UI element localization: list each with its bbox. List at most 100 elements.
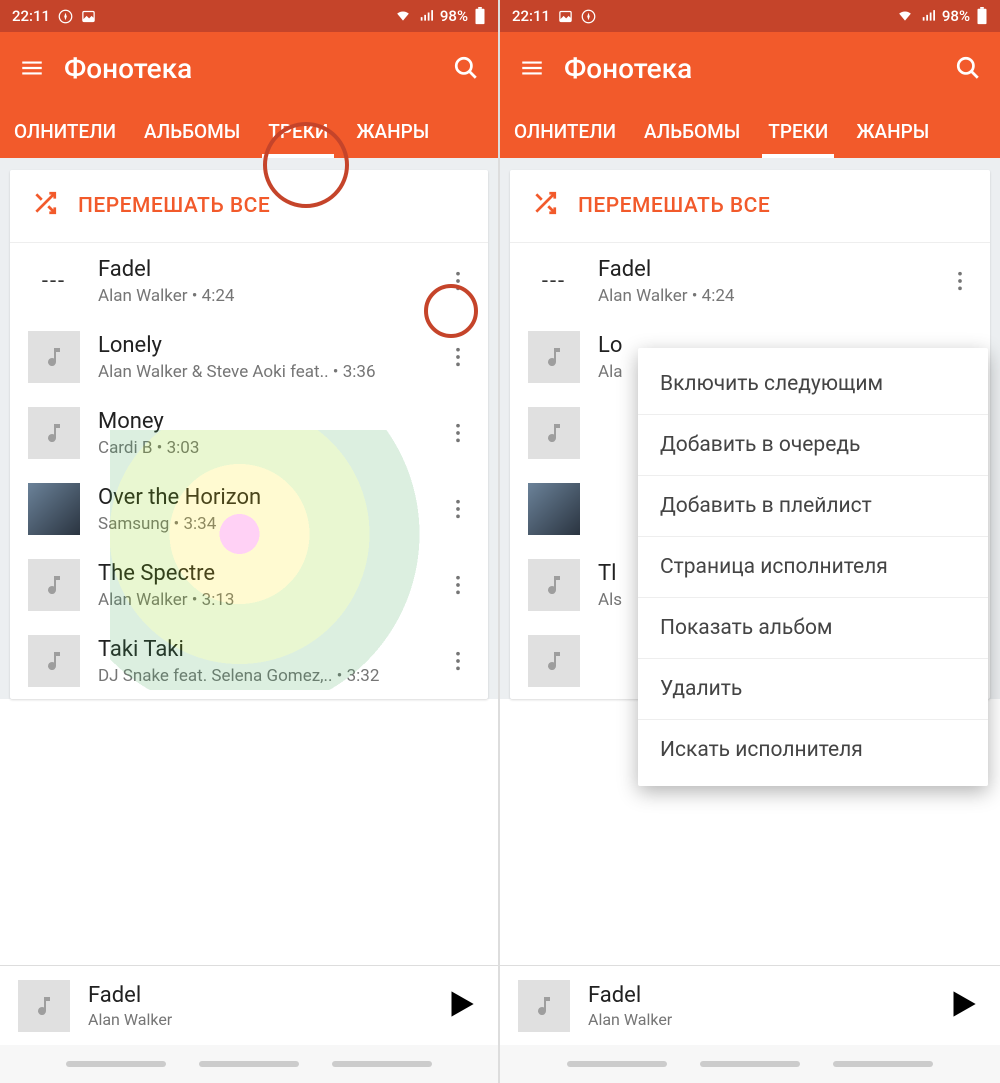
more-vert-icon[interactable]: [438, 413, 478, 453]
tab-genres[interactable]: ЖАНРЫ: [842, 104, 943, 158]
shuffle-label: ПЕРЕМЕШАТЬ ВСЕ: [578, 194, 770, 218]
more-vert-icon[interactable]: [438, 337, 478, 377]
menu-item-add-playlist[interactable]: Добавить в плейлист: [638, 476, 988, 537]
track-title: Taki Taki: [98, 637, 420, 662]
album-art-placeholder: ---: [528, 255, 580, 307]
album-art-placeholder: [528, 559, 580, 611]
tab-bar: ОЛНИТЕЛИ АЛЬБОМЫ ТРЕКИ ЖАНРЫ: [500, 104, 1000, 158]
status-bar: 22:11 98%: [0, 0, 498, 32]
battery-icon: [474, 7, 486, 25]
shuffle-all-button[interactable]: ПЕРЕМЕШАТЬ ВСЕ: [10, 170, 488, 243]
track-subtitle: Cardi B • 3:03: [98, 438, 420, 458]
play-icon[interactable]: [944, 985, 982, 1027]
status-battery-text: 98%: [942, 7, 970, 25]
search-icon[interactable]: [452, 54, 480, 82]
track-title: Lonely: [98, 333, 420, 358]
menu-item-search-artist[interactable]: Искать исполнителя: [638, 720, 988, 780]
wifi-icon: [896, 9, 914, 23]
menu-item-artist-page[interactable]: Страница исполнителя: [638, 537, 988, 598]
shuffle-icon: [32, 190, 58, 222]
tab-albums[interactable]: АЛЬБОМЫ: [630, 104, 754, 158]
tab-albums[interactable]: АЛЬБОМЫ: [130, 104, 254, 158]
hamburger-icon[interactable]: [518, 54, 546, 82]
wifi-icon: [394, 9, 412, 23]
nav-home[interactable]: [199, 1061, 299, 1067]
track-subtitle: Samsung • 3:34: [98, 514, 420, 534]
compass-icon: [581, 9, 596, 24]
signal-icon: [920, 9, 936, 23]
shuffle-all-button[interactable]: ПЕРЕМЕШАТЬ ВСЕ: [510, 170, 990, 243]
now-playing-bar[interactable]: Fadel Alan Walker: [500, 965, 1000, 1045]
tab-genres[interactable]: ЖАНРЫ: [342, 104, 443, 158]
track-row[interactable]: Over the Horizon Samsung • 3:34: [10, 471, 488, 547]
tab-tracks[interactable]: ТРЕКИ: [254, 104, 342, 158]
track-row[interactable]: The Spectre Alan Walker • 3:13: [10, 547, 488, 623]
album-art-placeholder: [28, 559, 80, 611]
app-bar: Фонотека ОЛНИТЕЛИ АЛЬБОМЫ ТРЕКИ ЖАНРЫ: [500, 32, 1000, 158]
phone-screen-left: 22:11 98% Фонотека ОЛНИТЕЛИ АЛЬБОМЫ ТРЕК…: [0, 0, 500, 1083]
tab-artists[interactable]: ОЛНИТЕЛИ: [0, 104, 130, 158]
nav-recent[interactable]: [66, 1061, 166, 1067]
album-art-placeholder: [28, 331, 80, 383]
track-subtitle: Alan Walker • 4:24: [98, 286, 420, 306]
app-bar: Фонотека ОЛНИТЕЛИ АЛЬБОМЫ ТРЕКИ ЖАНРЫ: [0, 32, 498, 158]
status-battery-text: 98%: [440, 7, 468, 25]
track-subtitle: Alan Walker • 3:13: [98, 590, 420, 610]
menu-item-show-album[interactable]: Показать альбом: [638, 598, 988, 659]
tab-bar: ОЛНИТЕЛИ АЛЬБОМЫ ТРЕКИ ЖАНРЫ: [0, 104, 498, 158]
track-row[interactable]: Lonely Alan Walker & Steve Aoki feat.. •…: [10, 319, 488, 395]
track-subtitle: Alan Walker & Steve Aoki feat.. • 3:36: [98, 362, 420, 382]
status-bar: 22:11 98%: [500, 0, 1000, 32]
nav-back[interactable]: [833, 1061, 933, 1067]
track-row[interactable]: Money Cardi B • 3:03: [10, 395, 488, 471]
track-title: Over the Horizon: [98, 485, 420, 510]
now-playing-bar[interactable]: Fadel Alan Walker: [0, 965, 498, 1045]
track-title: The Spectre: [98, 561, 420, 586]
play-icon[interactable]: [442, 985, 480, 1027]
more-vert-icon[interactable]: [438, 565, 478, 605]
search-icon[interactable]: [954, 54, 982, 82]
album-art-placeholder: [528, 407, 580, 459]
more-vert-icon[interactable]: [438, 261, 478, 301]
nav-back[interactable]: [332, 1061, 432, 1067]
page-title: Фонотека: [564, 52, 936, 85]
track-title: Fadel: [98, 257, 420, 282]
phone-screen-right: 22:11 98% Фонотека ОЛНИТЕЛИ АЛЬБОМЫ ТРЕК…: [500, 0, 1000, 1083]
battery-icon: [976, 7, 988, 25]
nav-recent[interactable]: [567, 1061, 667, 1067]
now-playing-art: [518, 980, 570, 1032]
track-subtitle: DJ Snake feat. Selena Gomez,.. • 3:32: [98, 666, 420, 686]
more-vert-icon[interactable]: [438, 641, 478, 681]
album-art-placeholder: [528, 635, 580, 687]
menu-item-delete[interactable]: Удалить: [638, 659, 988, 720]
track-row[interactable]: Taki Taki DJ Snake feat. Selena Gomez,..…: [10, 623, 488, 699]
album-art: [528, 483, 580, 535]
more-vert-icon[interactable]: [940, 261, 980, 301]
album-art-placeholder: [528, 331, 580, 383]
track-subtitle-truncated: Ala: [598, 362, 638, 382]
nav-home[interactable]: [700, 1061, 800, 1067]
album-art-placeholder: [28, 407, 80, 459]
image-icon: [81, 9, 96, 24]
more-vert-icon[interactable]: [438, 489, 478, 529]
track-subtitle-truncated: Als: [598, 590, 638, 610]
android-nav-bar: [500, 1045, 1000, 1083]
shuffle-icon: [532, 190, 558, 222]
track-title: Fadel: [598, 257, 922, 282]
tab-tracks[interactable]: ТРЕКИ: [754, 104, 842, 158]
tab-artists[interactable]: ОЛНИТЕЛИ: [500, 104, 630, 158]
album-art-placeholder: ---: [28, 255, 80, 307]
shuffle-label: ПЕРЕМЕШАТЬ ВСЕ: [78, 194, 270, 218]
menu-item-play-next[interactable]: Включить следующим: [638, 354, 988, 415]
now-playing-title: Fadel: [88, 983, 424, 1008]
content-area: ПЕРЕМЕШАТЬ ВСЕ --- Fadel Alan Walker • 4…: [0, 158, 498, 699]
signal-icon: [418, 9, 434, 23]
menu-item-add-queue[interactable]: Добавить в очередь: [638, 415, 988, 476]
track-row[interactable]: --- Fadel Alan Walker • 4:24: [510, 243, 990, 319]
compass-icon: [58, 9, 73, 24]
album-art-placeholder: [28, 635, 80, 687]
status-time: 22:11: [512, 7, 550, 25]
track-row[interactable]: --- Fadel Alan Walker • 4:24: [10, 243, 488, 319]
hamburger-icon[interactable]: [18, 54, 46, 82]
track-list-card: ПЕРЕМЕШАТЬ ВСЕ --- Fadel Alan Walker • 4…: [10, 170, 488, 699]
